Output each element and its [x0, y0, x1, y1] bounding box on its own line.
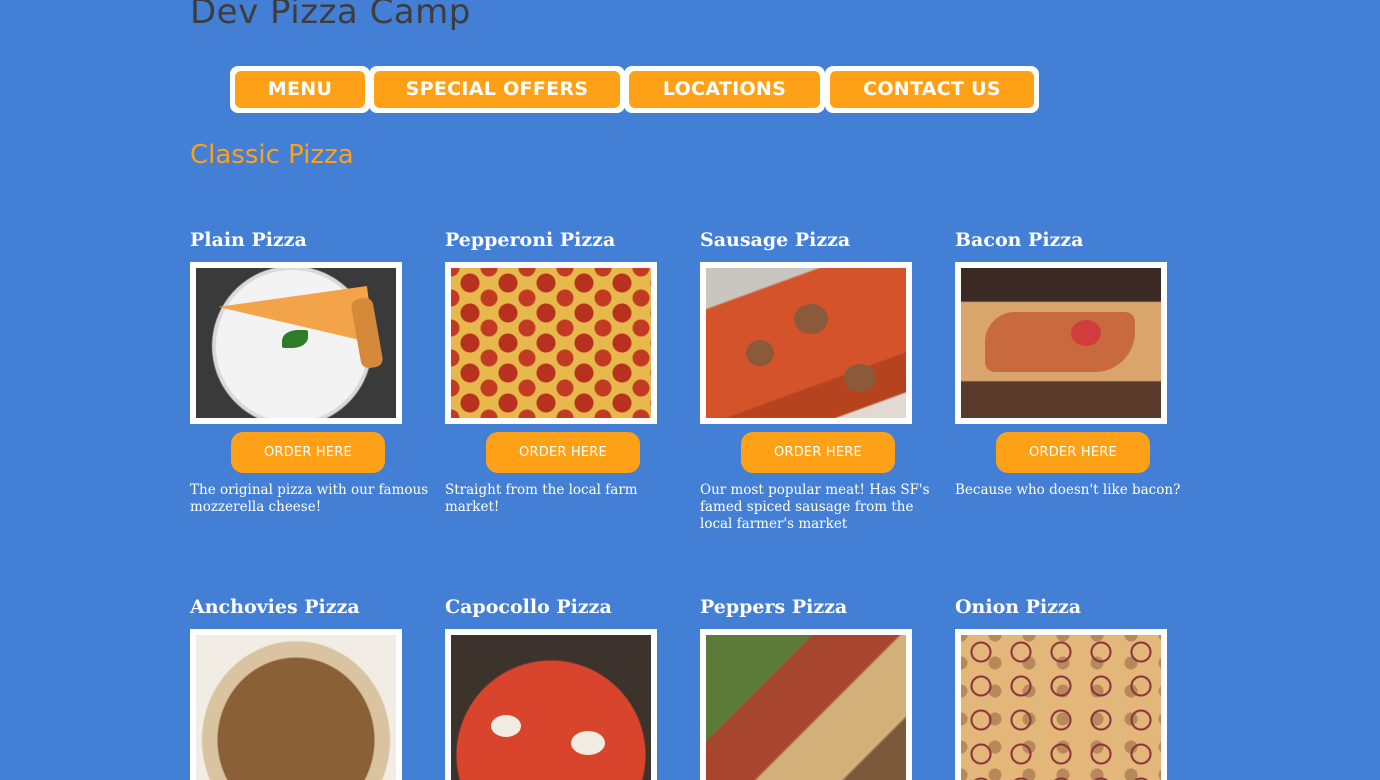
mozzarella-shape [571, 731, 605, 755]
section-title: Classic Pizza [190, 140, 354, 170]
pizza-photo-frame [445, 629, 657, 780]
pizza-photo-frame [190, 262, 402, 424]
nav-menu-button[interactable]: MENU [235, 71, 365, 108]
pizza-card: Plain Pizza ORDER HERE The original pizz… [190, 228, 435, 558]
plain-pizza-photo [196, 268, 396, 418]
pizza-card: Anchovies Pizza [190, 595, 435, 780]
pizza-name: Sausage Pizza [700, 229, 851, 251]
pepperoni-pizza-photo [451, 268, 651, 418]
pizza-card: Pepperoni Pizza ORDER HERE Straight from… [445, 228, 690, 558]
pizza-photo-frame [955, 262, 1167, 424]
pizza-description: The original pizza with our famous mozze… [190, 482, 429, 515]
nav-contact-us-frame: CONTACT US [825, 66, 1039, 113]
page: Dev Pizza Camp MENU SPECIAL OFFERS LOCAT… [0, 0, 1380, 780]
capocollo-pizza-photo [451, 635, 651, 780]
nav-locations-frame: LOCATIONS [624, 66, 825, 113]
pizza-card: Capocollo Pizza [445, 595, 690, 780]
pizza-photo-frame [700, 629, 912, 780]
order-here-button[interactable]: ORDER HERE [741, 432, 895, 473]
order-here-button[interactable]: ORDER HERE [486, 432, 640, 473]
pizza-name: Pepperoni Pizza [445, 229, 616, 251]
bacon-pizza-photo [961, 268, 1161, 418]
sausage-shape [746, 340, 774, 366]
mozzarella-shape [491, 715, 521, 737]
nav-menu-frame: MENU [230, 66, 370, 113]
pizza-description: Straight from the local farm market! [445, 482, 638, 515]
sausage-pizza-photo [706, 268, 906, 418]
bacon-shape [985, 312, 1135, 372]
nav-special-offers-frame: SPECIAL OFFERS [369, 66, 625, 113]
order-here-button[interactable]: ORDER HERE [996, 432, 1150, 473]
pizza-description: Our most popular meat! Has SF's famed sp… [700, 482, 930, 532]
onion-pizza-photo [961, 635, 1161, 780]
sausage-shape [794, 304, 828, 334]
pizza-card: Bacon Pizza ORDER HERE Because who doesn… [955, 228, 1200, 558]
order-here-button[interactable]: ORDER HERE [231, 432, 385, 473]
pizza-photo-frame [445, 262, 657, 424]
pizza-card: Peppers Pizza [700, 595, 945, 780]
tomato-shape [1071, 320, 1101, 346]
nav-contact-us-button[interactable]: CONTACT US [830, 71, 1034, 108]
pizza-name: Peppers Pizza [700, 596, 848, 618]
peppers-pizza-photo [706, 635, 906, 780]
nav-locations-button[interactable]: LOCATIONS [629, 71, 820, 108]
pizza-photo-frame [955, 629, 1167, 780]
pizza-photo-frame [190, 629, 402, 780]
pizza-card: Sausage Pizza ORDER HERE Our most popula… [700, 228, 945, 558]
pizza-card: Onion Pizza [955, 595, 1200, 780]
nav-special-offers-button[interactable]: SPECIAL OFFERS [374, 71, 620, 108]
sausage-shape [844, 364, 876, 392]
site-title: Dev Pizza Camp [190, 0, 471, 32]
pizza-name: Capocollo Pizza [445, 596, 612, 618]
pizza-name: Anchovies Pizza [190, 596, 360, 618]
anchovies-pizza-photo [196, 635, 396, 780]
pizza-photo-frame [700, 262, 912, 424]
pizza-name: Plain Pizza [190, 229, 307, 251]
pizza-name: Onion Pizza [955, 596, 1082, 618]
pizza-description: Because who doesn't like bacon? [955, 482, 1181, 498]
pizza-name: Bacon Pizza [955, 229, 1084, 251]
